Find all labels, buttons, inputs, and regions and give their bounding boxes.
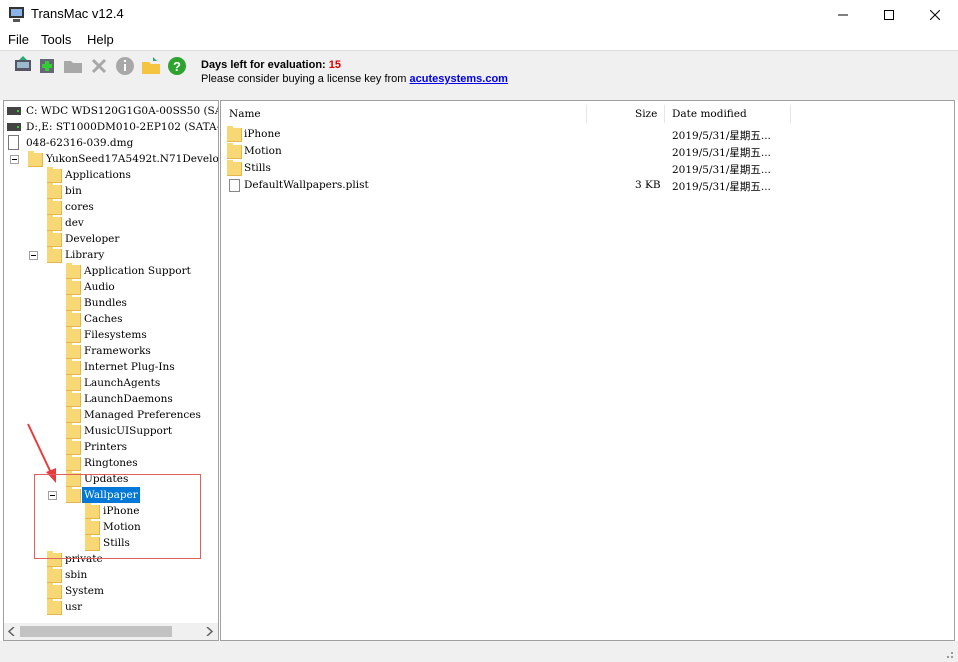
- folder-icon: [47, 583, 62, 599]
- info-icon[interactable]: [115, 56, 135, 76]
- column-header-name[interactable]: Name: [229, 108, 261, 120]
- folder-icon: [28, 151, 43, 167]
- list-row[interactable]: Motion 2019/5/31/星期五...: [221, 143, 954, 160]
- resize-grip-icon[interactable]: [942, 647, 954, 659]
- close-icon: [930, 10, 940, 20]
- evaluation-days: 15: [328, 59, 342, 71]
- folder-icon: [47, 551, 62, 567]
- folder-icon: [47, 231, 62, 247]
- folder-icon: [227, 126, 242, 142]
- menu-file[interactable]: File: [8, 32, 29, 47]
- file-list-pane[interactable]: Name Size Date modified iPhone 2019/5/31…: [220, 100, 955, 641]
- collapse-icon[interactable]: [48, 491, 57, 500]
- column-divider[interactable]: [586, 105, 587, 123]
- hard-drive-icon: [7, 107, 21, 115]
- collapse-icon[interactable]: [29, 251, 38, 260]
- file-icon: [229, 179, 240, 192]
- list-row[interactable]: Stills 2019/5/31/星期五...: [221, 160, 954, 177]
- folder-icon: [66, 295, 81, 311]
- folder-icon: [66, 487, 81, 503]
- scrollbar-thumb[interactable]: [20, 626, 172, 637]
- folder-icon: [66, 343, 81, 359]
- folder-icon: [85, 519, 100, 535]
- folder-icon: [47, 215, 62, 231]
- folder-icon: [47, 199, 62, 215]
- folder-icon: [66, 327, 81, 343]
- list-row[interactable]: iPhone 2019/5/31/星期五...: [221, 126, 954, 143]
- scroll-right-icon[interactable]: [206, 627, 214, 636]
- toolbar: ? Days left for evaluation: 15 Please co…: [0, 50, 958, 100]
- menu-bar: File Tools Help: [0, 30, 958, 50]
- maximize-button[interactable]: [866, 0, 912, 30]
- license-prompt: Please consider buying a license key fro…: [201, 73, 407, 85]
- title-bar: TransMac v12.4: [0, 0, 958, 30]
- menu-tools[interactable]: Tools: [41, 32, 71, 47]
- collapse-icon[interactable]: [10, 155, 19, 164]
- column-header-size[interactable]: Size: [635, 108, 657, 120]
- disk-image-file-icon: [8, 135, 19, 150]
- close-button[interactable]: [912, 0, 958, 30]
- tree-horizontal-scrollbar[interactable]: [4, 623, 218, 640]
- folder-icon: [66, 471, 81, 487]
- folder-icon: [66, 359, 81, 375]
- evaluation-notice: Days left for evaluation: 15 Please cons…: [201, 58, 508, 86]
- folder-icon: [66, 423, 81, 439]
- folder-icon: [227, 160, 242, 176]
- folder-icon: [66, 439, 81, 455]
- open-disk-image-icon[interactable]: [13, 56, 33, 76]
- transmac-app-icon: [9, 7, 24, 22]
- minimize-icon: [838, 14, 848, 16]
- column-header-date[interactable]: Date modified: [672, 108, 747, 120]
- folder-icon[interactable]: [63, 56, 83, 76]
- window-title: TransMac v12.4: [31, 6, 124, 21]
- svg-text:?: ?: [173, 59, 181, 74]
- folder-icon: [85, 535, 100, 551]
- column-divider[interactable]: [790, 105, 791, 123]
- folder-icon: [47, 183, 62, 199]
- folder-icon: [66, 455, 81, 471]
- folder-icon: [85, 503, 100, 519]
- folder-icon: [66, 263, 81, 279]
- list-row[interactable]: DefaultWallpapers.plist 3 KB 2019/5/31/星…: [221, 177, 954, 194]
- evaluation-label: Days left for evaluation:: [201, 59, 326, 71]
- folder-icon: [66, 391, 81, 407]
- folder-icon: [47, 247, 62, 263]
- folder-tree: C: WDC WDS120G1G0A-00SS50 (SATA D:,E: ST…: [4, 101, 218, 622]
- status-bar: [0, 641, 958, 662]
- scroll-left-icon[interactable]: [8, 627, 16, 636]
- folder-tree-pane[interactable]: C: WDC WDS120G1G0A-00SS50 (SATA D:,E: ST…: [3, 100, 219, 641]
- maximize-icon: [884, 10, 894, 20]
- folder-icon: [47, 167, 62, 183]
- delete-icon[interactable]: [89, 56, 109, 76]
- folder-icon: [66, 279, 81, 295]
- folder-icon: [227, 143, 242, 159]
- new-folder-icon[interactable]: [141, 56, 161, 76]
- folder-icon: [66, 375, 81, 391]
- license-link[interactable]: acutesystems.com: [410, 73, 508, 85]
- column-divider[interactable]: [664, 105, 665, 123]
- folder-icon: [47, 567, 62, 583]
- help-icon[interactable]: ?: [167, 56, 187, 76]
- folder-icon: [66, 407, 81, 423]
- minimize-button[interactable]: [820, 0, 866, 30]
- menu-help[interactable]: Help: [87, 32, 114, 47]
- folder-icon: [66, 311, 81, 327]
- folder-icon: [47, 599, 62, 615]
- add-icon[interactable]: [37, 56, 57, 76]
- hard-drive-icon: [7, 123, 21, 131]
